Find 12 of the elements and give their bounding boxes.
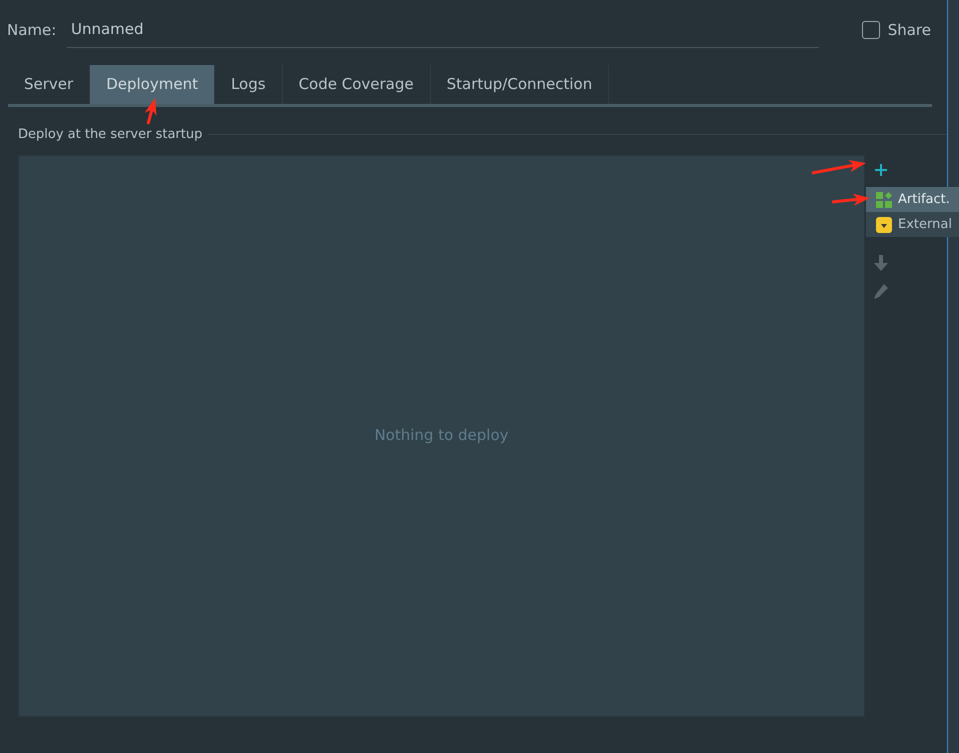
empty-text: Nothing to deploy (374, 425, 509, 446)
add-icon[interactable] (874, 162, 888, 176)
artifact-icon (876, 192, 892, 208)
group-title: Deploy at the server startup (18, 126, 202, 144)
menu-item[interactable]: External (866, 212, 959, 237)
archive-icon (876, 216, 892, 232)
share-checkbox[interactable] (862, 21, 880, 39)
tab[interactable]: Deployment (90, 65, 215, 104)
share-label: Share (888, 20, 931, 41)
menu-item[interactable]: Artifact. (866, 187, 959, 212)
name-field[interactable]: Unnamed (67, 12, 819, 48)
name-label: Name: (7, 20, 58, 41)
